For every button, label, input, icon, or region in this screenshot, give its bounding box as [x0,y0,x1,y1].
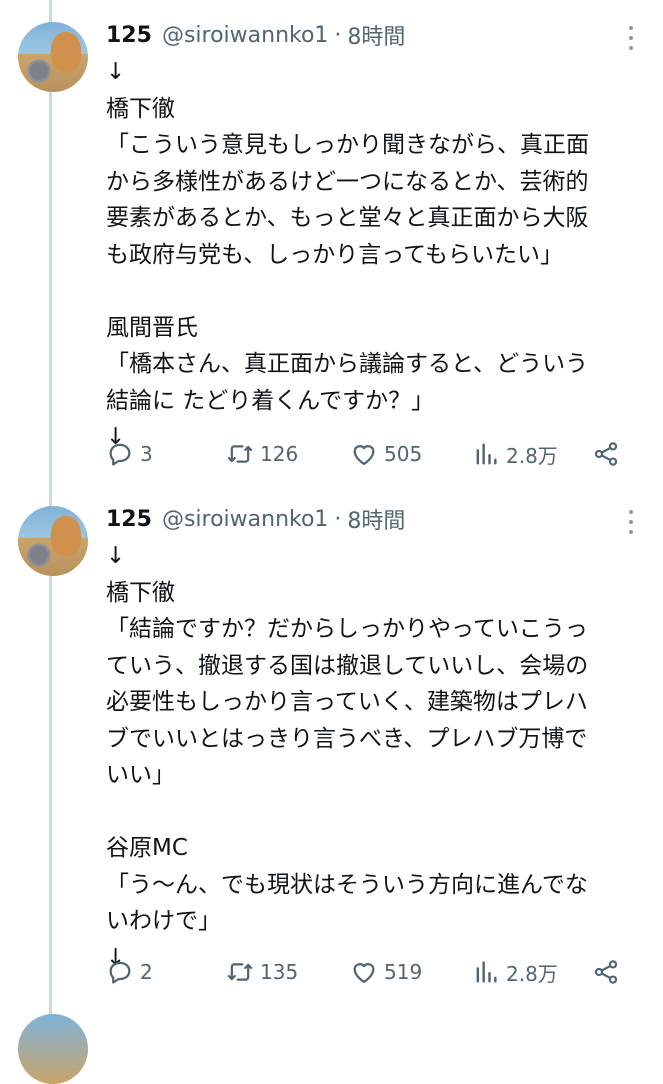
reply-count: 2 [140,960,153,984]
reply-icon [109,961,131,984]
avatar[interactable] [18,506,88,576]
retweet-icon [227,963,253,981]
views-icon [476,961,497,983]
separator-dot: · [334,506,342,532]
view-count: 2.8万 [506,443,558,468]
share-icon [594,960,618,984]
reply-count: 3 [140,442,153,466]
like-count: 505 [384,442,423,466]
more-icon[interactable] [622,26,640,50]
like-button[interactable]: 505 [350,434,422,474]
timestamp[interactable]: 8時間 [347,503,405,535]
retweet-count: 126 [260,442,299,466]
share-icon [594,442,618,466]
user-handle[interactable]: @siroiwannko1 [162,23,328,48]
separator-dot: · [334,22,342,48]
share-button[interactable] [592,952,626,992]
next-tweet-avatar[interactable] [18,1014,88,1084]
like-button[interactable]: 519 [350,952,422,992]
more-icon[interactable] [622,510,640,534]
retweet-button[interactable]: 126 [226,434,298,474]
heart-icon [353,445,375,466]
avatar-cat [30,62,48,80]
user-handle[interactable]: @siroiwannko1 [162,507,328,532]
display-name[interactable]: 125 [106,23,152,48]
tweet[interactable]: 125 @siroiwannko1 · 8時間 ↓ 橋下徹 「結論ですか？だから… [0,498,663,1008]
avatar[interactable] [18,22,88,92]
reply-icon [109,443,131,466]
tweet-text: ↓ 橋下徹 「こういう意見もしっかり聞きながら、真正面 から多様性があるけど一つ… [106,59,589,450]
action-bar: 3 126 505 2.8万 [106,434,646,474]
reply-button[interactable]: 3 [106,434,153,474]
retweet-count: 135 [260,960,299,984]
views-icon [476,443,497,465]
avatar-dog [51,516,81,556]
avatar-cat [30,546,48,564]
timestamp[interactable]: 8時間 [347,19,405,51]
like-count: 519 [384,960,423,984]
avatar-dog [51,32,81,72]
view-count: 2.8万 [506,961,558,986]
reply-button[interactable]: 2 [106,952,153,992]
heart-icon [353,963,375,984]
retweet-icon [227,445,253,463]
tweet[interactable]: 125 @siroiwannko1 · 8時間 ↓ 橋下徹 「こういう意見もしっ… [0,14,663,494]
tweet-text: ↓ 橋下徹 「結論ですか？だからしっかりやっていこうっ ていう、撤退する国は撤退… [106,543,589,971]
action-bar: 2 135 519 2.8万 [106,952,646,992]
tweet-header: 125 @siroiwannko1 · 8時間 [106,502,405,536]
retweet-button[interactable]: 135 [226,952,298,992]
tweet-header: 125 @siroiwannko1 · 8時間 [106,18,405,52]
views-button[interactable]: 2.8万 [472,434,558,474]
share-button[interactable] [592,434,626,474]
display-name[interactable]: 125 [106,507,152,532]
views-button[interactable]: 2.8万 [472,952,558,992]
